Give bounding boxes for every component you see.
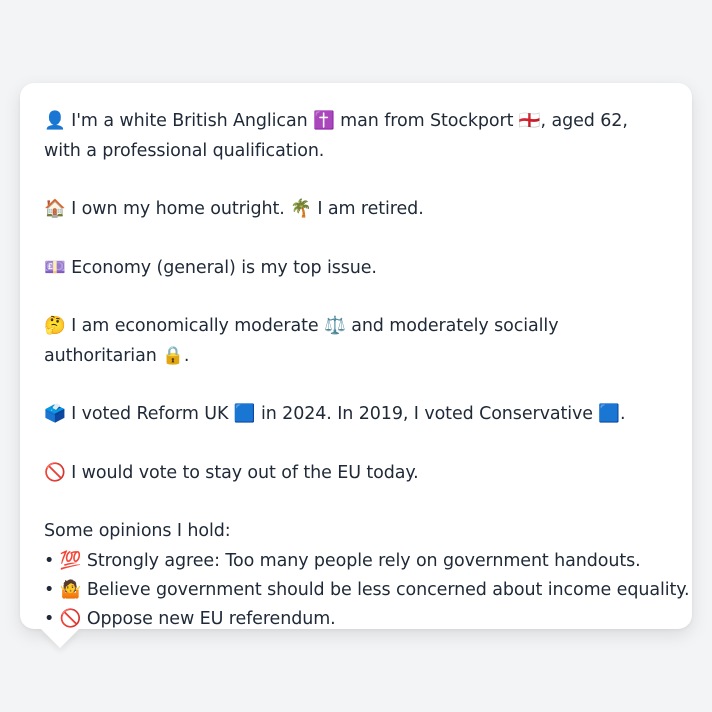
home-text: 🏠 I own my home outright. 🌴 I am retired… [44, 199, 424, 219]
top-issue-text: 💷 Economy (general) is my top issue. [44, 257, 377, 278]
opinion-item: • 💯 Strongly agree: Too many people rely… [44, 550, 641, 571]
opinion-item: • 🚫 Oppose new EU referendum. [44, 609, 336, 630]
identity-text: 👤 I'm a white British Anglican ✝️ man fr… [44, 111, 628, 161]
opinion-item: • 🤷 Believe government should be less co… [44, 579, 690, 600]
opinions-heading: Some opinions I hold: [44, 521, 231, 541]
ideology-text: 🤔 I am economically moderate ⚖️ and mode… [44, 316, 559, 366]
message-bubble: 👤 I'm a white British Anglican ✝️ man fr… [20, 83, 692, 629]
eu-stance-text: 🚫 I would vote to stay out of the EU tod… [44, 462, 419, 483]
opinions-list: • 💯 Strongly agree: Too many people rely… [44, 547, 690, 635]
vote-history-text: 🗳️ I voted Reform UK 🟦 in 2024. In 2019,… [44, 404, 626, 424]
bubble-tail [40, 628, 80, 648]
